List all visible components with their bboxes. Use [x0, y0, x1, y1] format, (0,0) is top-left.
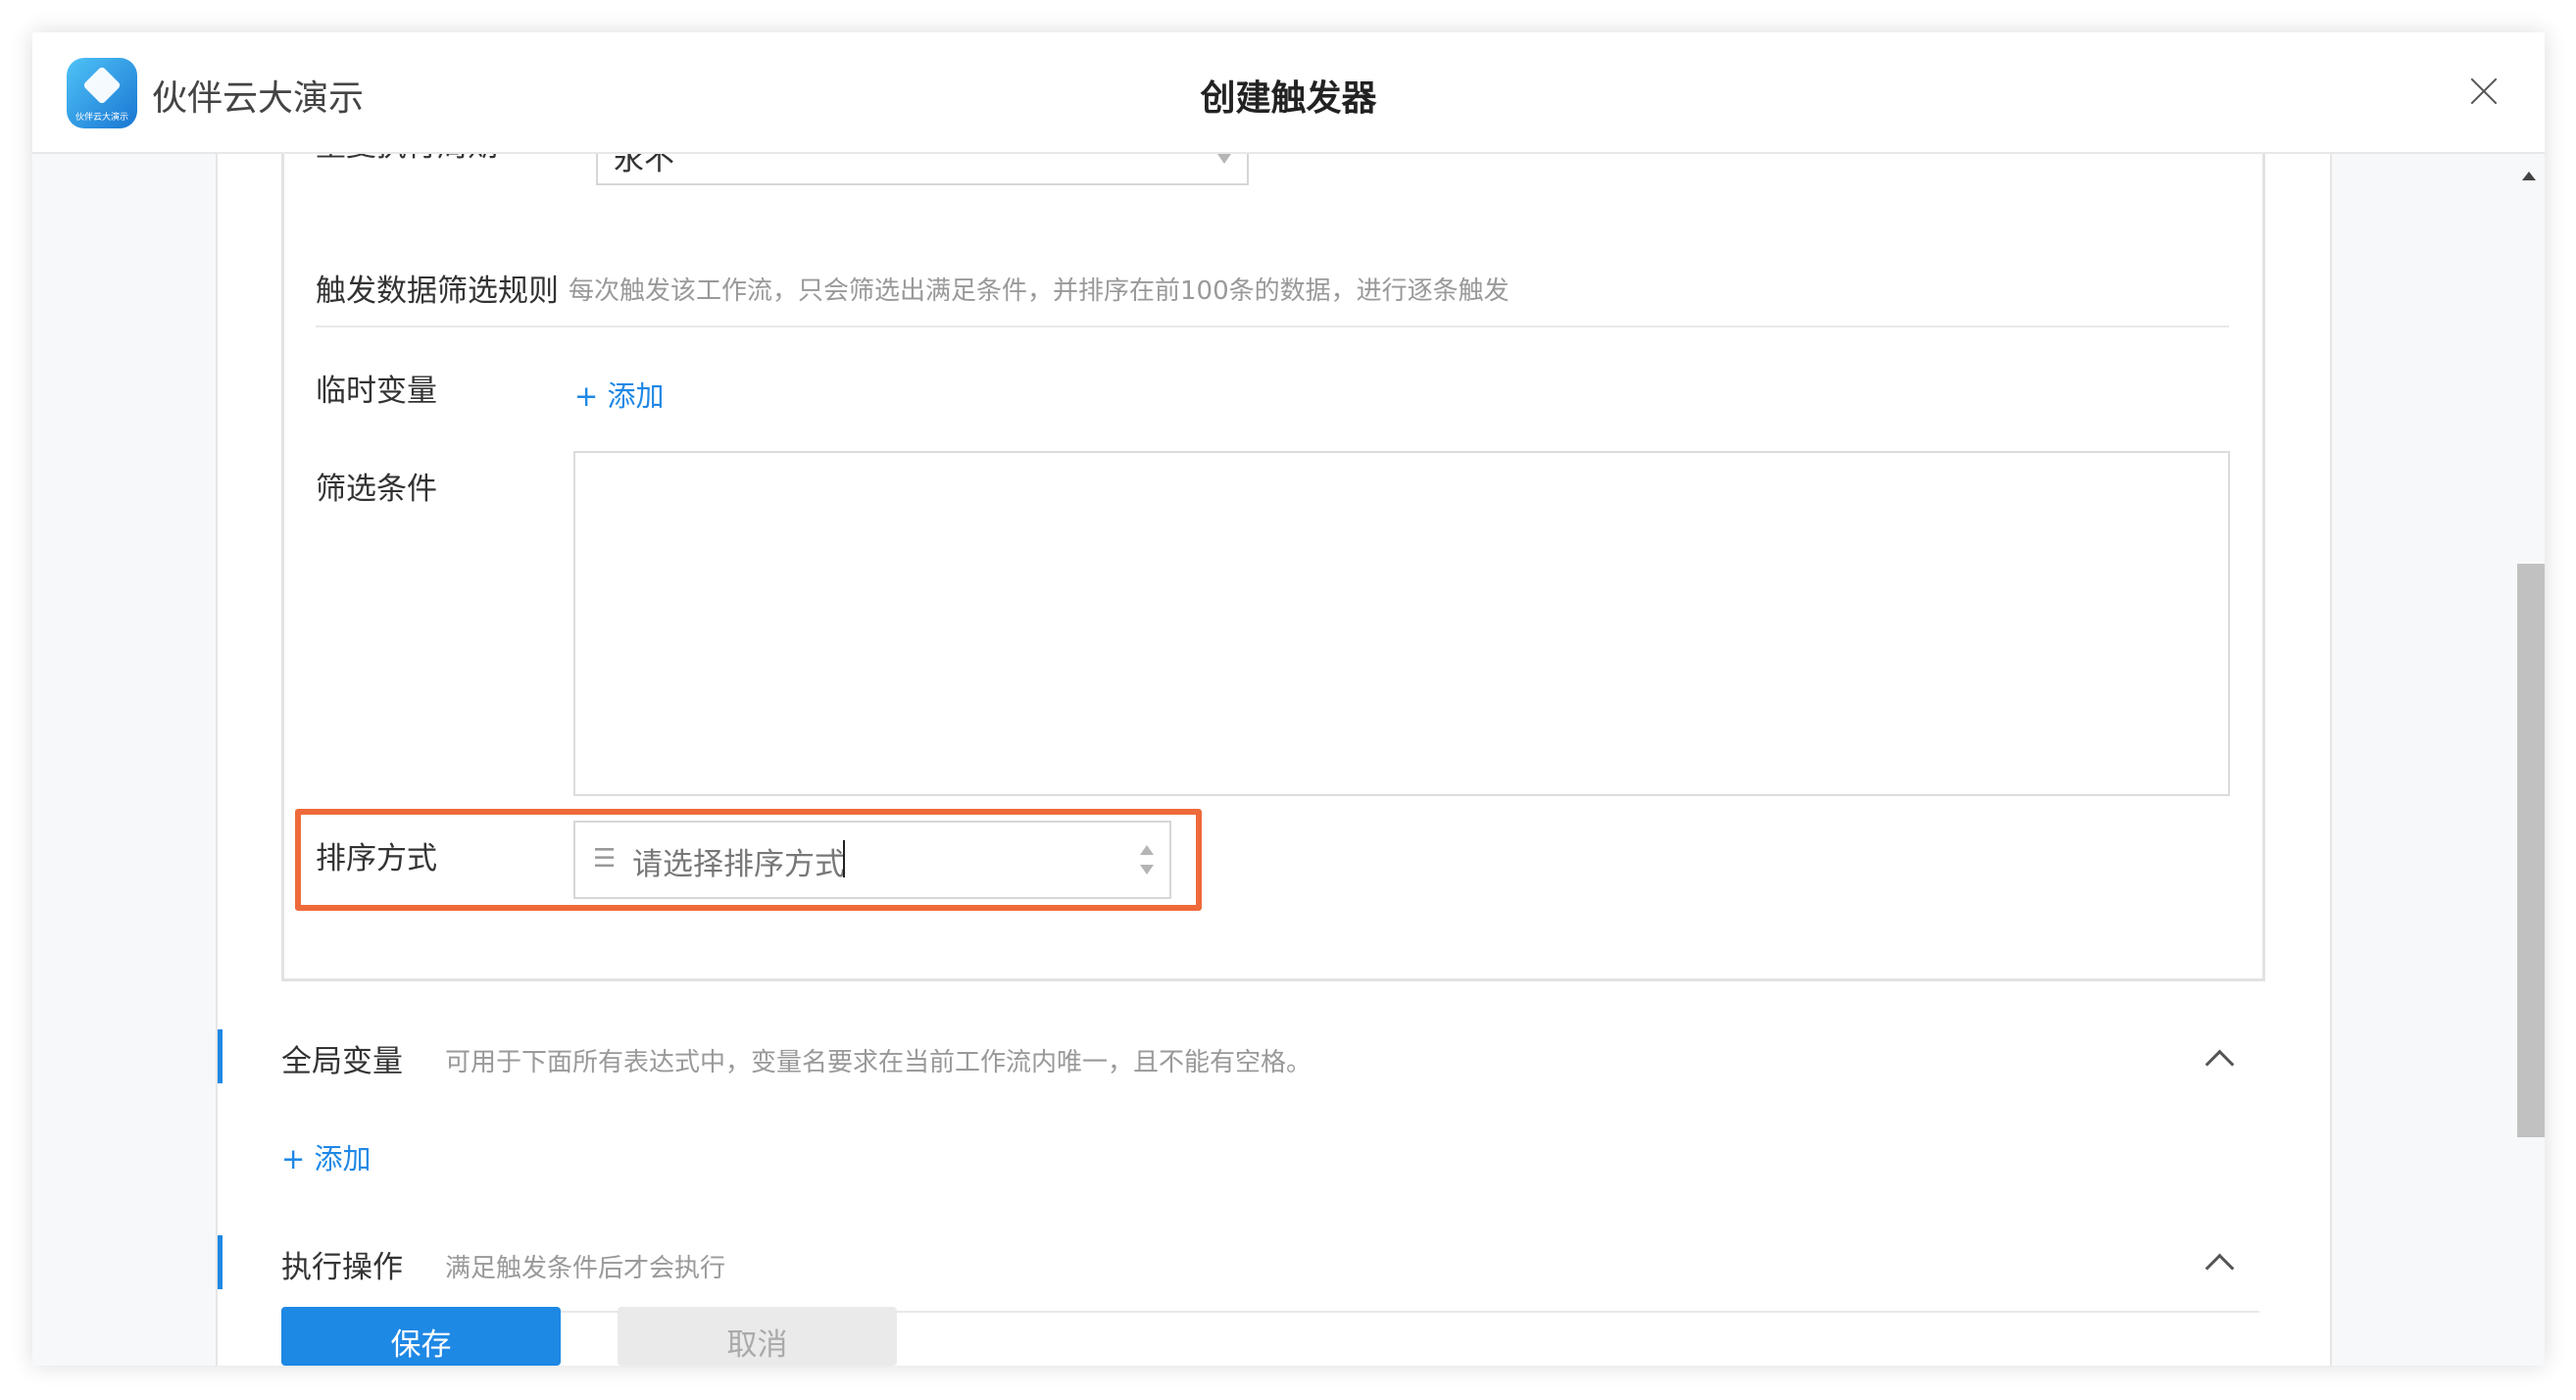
- section-marker: [218, 1029, 223, 1083]
- close-icon[interactable]: [2462, 70, 2505, 113]
- section-marker: [218, 1235, 223, 1289]
- scroll-up-arrow-icon[interactable]: [2522, 172, 2536, 180]
- filter-rule-description: 每次触发该工作流，只会筛选出满足条件，并排序在前100条的数据，进行逐条触发: [569, 276, 1510, 306]
- select-arrows-icon: [1140, 845, 1154, 875]
- sort-icon: ☰: [593, 844, 617, 874]
- sort-placeholder: 请选择排序方式: [632, 847, 845, 882]
- collapse-global-vars-icon[interactable]: [2204, 1049, 2235, 1079]
- actions-description: 满足触发条件后才会执行: [445, 1254, 726, 1283]
- repeat-period-value: 永不: [614, 152, 674, 177]
- sort-label: 排序方式: [316, 841, 437, 876]
- condition-editor[interactable]: [573, 451, 2230, 796]
- condition-label: 筛选条件: [316, 472, 437, 507]
- scroll-thumb[interactable]: [2517, 564, 2545, 1137]
- trigger-panel: 重复执行周期 永不 触发数据筛选规则 每次触发该工作流，只会筛选出满足条件，并排…: [281, 152, 2265, 981]
- divider: [316, 325, 2229, 327]
- sort-select[interactable]: ☰ 请选择排序方式: [573, 821, 1171, 899]
- save-button[interactable]: 保存: [281, 1307, 561, 1366]
- scrollbar[interactable]: [2510, 152, 2545, 1366]
- actions-title: 执行操作: [281, 1250, 403, 1285]
- dialog-window: 伙伴云大演示 伙伴云大演示 创建触发器 重复执行周期 永不 触发数据筛选规则 每…: [32, 32, 2545, 1366]
- divider: [281, 1311, 2259, 1313]
- dialog-content: 重复执行周期 永不 触发数据筛选规则 每次触发该工作流，只会筛选出满足条件，并排…: [216, 152, 2332, 1366]
- dialog-title: 创建触发器: [1200, 78, 1377, 119]
- temp-var-add-button[interactable]: + 添加: [574, 374, 665, 415]
- global-vars-title: 全局变量: [281, 1044, 403, 1079]
- cancel-button[interactable]: 取消: [618, 1307, 897, 1366]
- global-vars-description: 可用于下面所有表达式中，变量名要求在当前工作流内唯一，且不能有空格。: [445, 1048, 1313, 1077]
- text-caret: [843, 840, 845, 877]
- collapse-actions-icon[interactable]: [2204, 1253, 2235, 1283]
- global-var-add-button[interactable]: + 添加: [281, 1136, 372, 1177]
- temp-var-label: 临时变量: [316, 374, 437, 409]
- filter-rule-label: 触发数据筛选规则: [316, 274, 559, 309]
- title-bar: 伙伴云大演示 伙伴云大演示 创建触发器: [32, 32, 2545, 154]
- repeat-period-select[interactable]: 永不: [596, 152, 1249, 185]
